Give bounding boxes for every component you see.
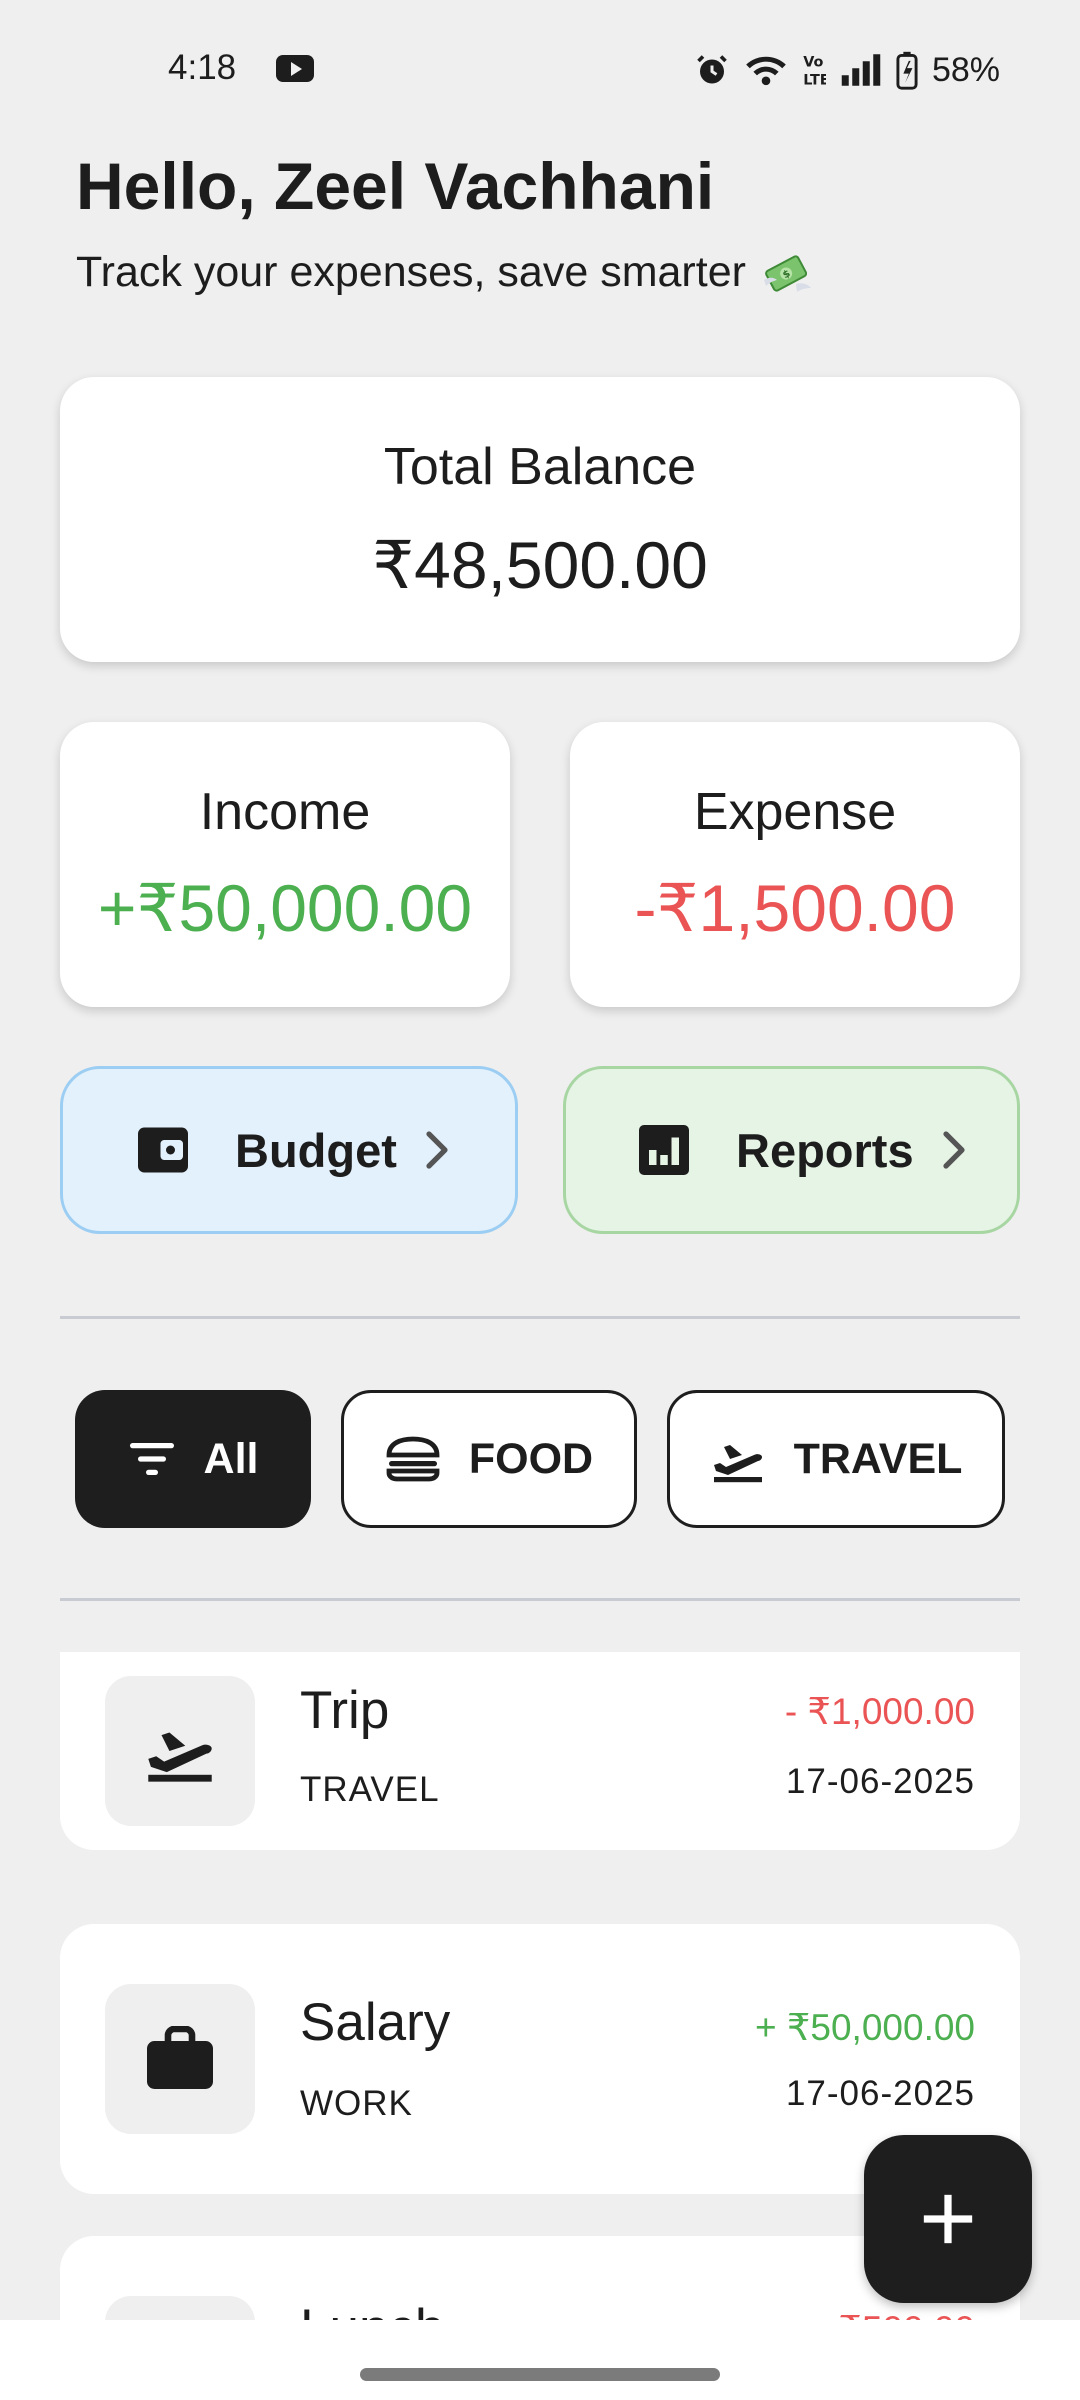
transaction-title: Lunch: [300, 2298, 444, 2320]
youtube-icon: [276, 55, 314, 82]
tagline-text: Track your expenses, save smarter: [76, 248, 746, 296]
wifi-icon: [746, 56, 786, 86]
bar-chart-icon: [639, 1125, 689, 1175]
total-balance-label: Total Balance: [383, 438, 697, 496]
greeting-title: Hello, Zeel Vachhani: [76, 149, 715, 223]
transaction-amount: - ₹500.00: [816, 2308, 975, 2320]
flight-takeoff-icon: [148, 1732, 212, 1782]
budget-button-label: Budget: [235, 1123, 397, 1177]
income-value: +₹50,000.00: [97, 871, 473, 945]
income-label: Income: [199, 783, 371, 841]
transaction-date: 17-06-2025: [785, 1762, 975, 1801]
transaction-date: 17-06-2025: [785, 2074, 975, 2113]
reports-button-label: Reports: [736, 1123, 914, 1177]
home-gesture-handle[interactable]: [360, 2368, 720, 2381]
status-icons: Vo LTE 58%: [694, 48, 1000, 92]
list-divider: [60, 1598, 1020, 1601]
total-balance-card: Total Balance ₹48,500.00: [60, 377, 1020, 662]
navigation-bar: [0, 2320, 1080, 2400]
status-bar: 4:18 Vo LTE 58%: [0, 0, 1080, 140]
transaction-category: TRAVEL: [300, 1770, 440, 1809]
transaction-card[interactable]: Trip TRAVEL - ₹1,000.00 17-06-2025: [60, 1652, 1020, 1850]
chevron-right-icon: [942, 1131, 965, 1169]
filter-chip-all-label: All: [203, 1434, 259, 1483]
income-card: Income +₹50,000.00: [60, 722, 510, 1007]
filter-chip-food-label: FOOD: [468, 1434, 594, 1483]
volte-icon: Vo LTE: [803, 54, 826, 88]
transaction-category: WORK: [300, 2084, 413, 2123]
filter-icon: [129, 1443, 174, 1475]
tagline: Track your expenses, save smarter $: [76, 248, 814, 297]
transaction-amount: + ₹50,000.00: [754, 2007, 975, 2048]
plus-icon: [923, 2194, 973, 2244]
transaction-title: Salary: [300, 1993, 451, 2052]
filter-chip-food[interactable]: FOOD: [341, 1390, 637, 1528]
svg-text:Vo: Vo: [803, 54, 823, 70]
signal-icon: [841, 54, 881, 86]
svg-text:LTE: LTE: [803, 72, 826, 88]
budget-button[interactable]: Budget: [60, 1066, 518, 1234]
transaction-icon-box: [105, 2296, 255, 2320]
expense-value: -₹1,500.00: [634, 871, 956, 945]
chevron-right-icon: [426, 1131, 448, 1169]
filter-chip-all[interactable]: All: [75, 1390, 311, 1528]
filter-chip-travel-label: TRAVEL: [793, 1434, 963, 1483]
briefcase-icon: [147, 2026, 213, 2089]
transaction-icon-box: [105, 1676, 255, 1826]
filter-chip-travel[interactable]: TRAVEL: [667, 1390, 1005, 1528]
transaction-title: Trip: [300, 1681, 390, 1740]
total-balance-value: ₹48,500.00: [372, 528, 708, 602]
app-screen: 4:18 Vo LTE 58% Hello, Zeel Vachhani Trac…: [0, 0, 1080, 2400]
expense-label: Expense: [693, 783, 897, 841]
burger-icon: [386, 1436, 440, 1482]
expense-card: Expense -₹1,500.00: [570, 722, 1020, 1007]
section-divider: [60, 1316, 1020, 1319]
battery-percent: 58%: [931, 50, 1000, 89]
alarm-icon: [697, 55, 727, 84]
flight-takeoff-icon: [713, 1445, 762, 1483]
transaction-icon-box: [105, 1984, 255, 2134]
status-time: 4:18: [168, 48, 237, 87]
battery-icon: [896, 51, 918, 90]
transaction-amount: - ₹1,000.00: [784, 1691, 975, 1732]
money-with-wings-icon: $: [763, 254, 811, 292]
reports-button[interactable]: Reports: [563, 1066, 1020, 1234]
add-transaction-button[interactable]: [864, 2135, 1032, 2303]
wallet-icon: [138, 1127, 188, 1173]
